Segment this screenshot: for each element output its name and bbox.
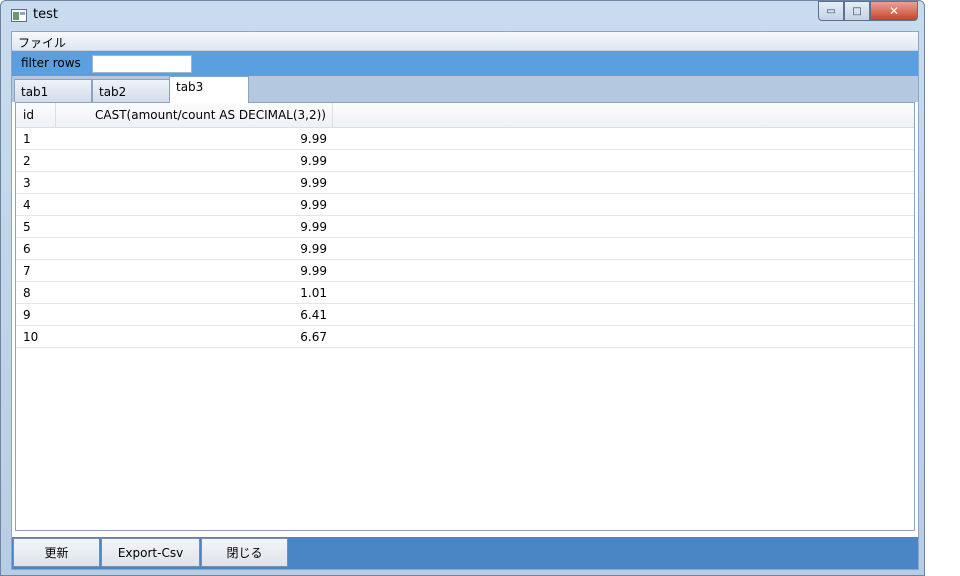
table-row[interactable]: 4 9.99 xyxy=(16,194,914,216)
tab-tab2[interactable]: tab2 xyxy=(92,79,170,102)
filter-rows-input[interactable] xyxy=(92,55,192,73)
cell-value: 6.67 xyxy=(300,330,327,344)
cell-id: 10 xyxy=(23,330,39,344)
tab-tab3[interactable]: tab3 xyxy=(169,76,249,103)
export-csv-button[interactable]: Export-Csv xyxy=(101,538,200,567)
desktop-background xyxy=(924,0,960,576)
cell-value: 1.01 xyxy=(300,286,327,300)
cell-value: 9.99 xyxy=(300,176,327,190)
title-bar[interactable]: test ▭ □ ✕ xyxy=(1,1,924,30)
window-app-icon xyxy=(11,9,27,22)
cell-id: 1 xyxy=(23,132,31,146)
column-header-cast[interactable]: CAST(amount/count AS DECIMAL(3,2)) xyxy=(56,103,333,127)
action-button-bar: 更新 Export-Csv 閉じる xyxy=(12,537,918,569)
column-header-id[interactable]: id xyxy=(16,103,56,127)
cell-id: 2 xyxy=(23,154,31,168)
table-row[interactable]: 6 9.99 xyxy=(16,238,914,260)
maximize-icon: □ xyxy=(852,5,862,17)
refresh-button[interactable]: 更新 xyxy=(13,538,100,567)
window-title: test xyxy=(33,7,58,22)
data-grid[interactable]: id CAST(amount/count AS DECIMAL(3,2)) 1 … xyxy=(15,102,915,531)
cell-value: 9.99 xyxy=(300,198,327,212)
cell-value: 9.99 xyxy=(300,220,327,234)
close-icon: ✕ xyxy=(888,4,900,18)
table-row[interactable]: 2 9.99 xyxy=(16,150,914,172)
filter-rows-label: filter rows xyxy=(21,56,81,70)
maximize-button[interactable]: □ xyxy=(844,1,870,21)
app-window: test ▭ □ ✕ ファイル filter rows tab1 tab2 ta… xyxy=(0,0,925,576)
table-row[interactable]: 9 6.41 xyxy=(16,304,914,326)
cell-value: 9.99 xyxy=(300,242,327,256)
cell-value: 6.41 xyxy=(300,308,327,322)
table-row[interactable]: 7 9.99 xyxy=(16,260,914,282)
client-area: ファイル filter rows tab1 tab2 tab3 id CAST(… xyxy=(11,31,919,570)
grid-header: id CAST(amount/count AS DECIMAL(3,2)) xyxy=(16,103,914,128)
close-window-button[interactable]: ✕ xyxy=(870,1,918,21)
table-row[interactable]: 3 9.99 xyxy=(16,172,914,194)
minimize-icon: ▭ xyxy=(826,5,836,17)
filter-bar: filter rows xyxy=(12,51,918,76)
tab-strip: tab1 tab2 tab3 xyxy=(12,76,918,103)
cell-id: 7 xyxy=(23,264,31,278)
table-row[interactable]: 8 1.01 xyxy=(16,282,914,304)
menu-item-file[interactable]: ファイル xyxy=(18,34,66,51)
cell-id: 9 xyxy=(23,308,31,322)
table-row[interactable]: 1 9.99 xyxy=(16,128,914,150)
cell-id: 6 xyxy=(23,242,31,256)
cell-value: 9.99 xyxy=(300,264,327,278)
cell-value: 9.99 xyxy=(300,154,327,168)
minimize-button[interactable]: ▭ xyxy=(818,1,844,21)
close-button[interactable]: 閉じる xyxy=(201,538,288,567)
cell-id: 8 xyxy=(23,286,31,300)
cell-id: 3 xyxy=(23,176,31,190)
cell-id: 4 xyxy=(23,198,31,212)
table-row[interactable]: 10 6.67 xyxy=(16,326,914,348)
menu-bar: ファイル xyxy=(12,32,918,51)
cell-value: 9.99 xyxy=(300,132,327,146)
cell-id: 5 xyxy=(23,220,31,234)
tab-tab1[interactable]: tab1 xyxy=(14,79,92,102)
table-row[interactable]: 5 9.99 xyxy=(16,216,914,238)
